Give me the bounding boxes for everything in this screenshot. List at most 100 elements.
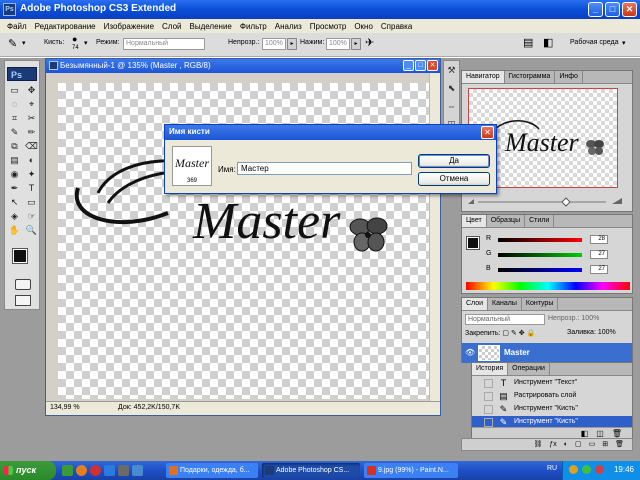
opacity-input[interactable]: 100%: [262, 38, 286, 50]
brushes-icon[interactable]: ⬉: [444, 79, 459, 97]
shape-tool-icon[interactable]: ▭: [24, 196, 39, 209]
tab-styles[interactable]: Стили: [525, 215, 555, 227]
doc-minimize-button[interactable]: _: [403, 60, 414, 71]
vertical-scrollbar[interactable]: [429, 73, 440, 401]
green-value[interactable]: 27: [590, 250, 608, 259]
healing-brush-tool-icon[interactable]: ✎: [7, 126, 22, 139]
firefox-quicklaunch-icon[interactable]: [76, 465, 87, 476]
menu-edit[interactable]: Редактирование: [31, 22, 100, 31]
menu-help[interactable]: Справка: [377, 22, 416, 31]
tab-info[interactable]: Инфо: [555, 71, 583, 83]
doc-maximize-button[interactable]: □: [415, 60, 426, 71]
flow-input[interactable]: 100%: [326, 38, 350, 50]
red-value[interactable]: 28: [590, 235, 608, 244]
clone-source-icon[interactable]: ⇔: [444, 97, 459, 115]
history-item[interactable]: ✎ Инструмент "Кисть": [472, 403, 632, 416]
group-icon[interactable]: ▭: [589, 439, 596, 450]
pen-tool-icon[interactable]: ✒: [7, 182, 22, 195]
history-source-checkbox[interactable]: [484, 418, 493, 427]
close-button[interactable]: ✕: [622, 2, 637, 17]
menu-layer[interactable]: Слой: [158, 22, 185, 31]
minimize-button[interactable]: _: [588, 2, 603, 17]
adjustment-layer-icon[interactable]: ▢: [575, 439, 582, 450]
marquee-tool-icon[interactable]: ▭: [7, 84, 22, 97]
menu-file[interactable]: Файл: [3, 22, 31, 31]
tray-icon-3[interactable]: [595, 465, 604, 474]
color-spectrum-ramp[interactable]: [466, 282, 630, 290]
layer-opacity-value[interactable]: 100%: [581, 315, 599, 322]
menu-view[interactable]: Просмотр: [306, 22, 351, 31]
history-item[interactable]: T Инструмент "Текст": [472, 377, 632, 390]
zoom-tool-icon[interactable]: 🔍: [24, 224, 39, 237]
blue-slider[interactable]: [498, 268, 582, 272]
tab-histogram[interactable]: Гистограмма: [505, 71, 556, 83]
airbrush-icon[interactable]: ✈: [365, 36, 374, 49]
history-source-checkbox[interactable]: [484, 379, 493, 388]
tool-preset-arrow-icon[interactable]: ▾: [22, 39, 26, 47]
quick-mask-button[interactable]: [15, 279, 31, 290]
palette-well-icon[interactable]: ▤: [523, 36, 533, 49]
tab-paths[interactable]: Контуры: [522, 298, 559, 310]
crop-tool-icon[interactable]: ⌗: [7, 112, 22, 125]
foreground-color-swatch[interactable]: [12, 248, 28, 264]
path-selection-tool-icon[interactable]: ↖: [7, 196, 22, 209]
task-paintnet[interactable]: 9.jpg (99%) - Paint.N...: [364, 463, 458, 478]
eraser-tool-icon[interactable]: ▤: [7, 154, 22, 167]
maximize-button[interactable]: □: [605, 2, 620, 17]
navigator-zoom-slider[interactable]: [466, 197, 628, 207]
type-tool-icon[interactable]: T: [24, 182, 39, 195]
workspace-arrow-icon[interactable]: ▾: [622, 39, 626, 47]
layer-mask-icon[interactable]: ◐: [564, 439, 568, 450]
start-button[interactable]: пуск: [0, 461, 56, 480]
clone-stamp-tool-icon[interactable]: ⧉: [7, 140, 22, 153]
move-tool-icon[interactable]: ✥: [24, 84, 39, 97]
history-item[interactable]: ▤ Растрировать слой: [472, 390, 632, 403]
menu-filter[interactable]: Фильтр: [236, 22, 271, 31]
new-layer-icon[interactable]: ⊞: [602, 439, 608, 450]
doc-close-button[interactable]: ✕: [427, 60, 438, 71]
gradient-tool-icon[interactable]: ◐: [24, 154, 39, 167]
brush-tip-icon[interactable]: ●: [72, 34, 77, 44]
hand-tool-icon[interactable]: ✋: [7, 224, 22, 237]
fill-value[interactable]: 100%: [598, 329, 616, 336]
layer-style-icon[interactable]: ƒx: [549, 439, 556, 450]
blur-tool-icon[interactable]: ◉: [7, 168, 22, 181]
history-source-checkbox[interactable]: [484, 392, 493, 401]
color-foreground-swatch[interactable]: [466, 236, 480, 250]
lasso-tool-icon[interactable]: ◌: [7, 98, 22, 111]
language-indicator[interactable]: RU: [547, 465, 557, 472]
zoom-level[interactable]: 134,99 %: [50, 404, 80, 411]
mode-select[interactable]: Нормальный: [123, 38, 205, 50]
magic-wand-tool-icon[interactable]: ⌖: [24, 98, 39, 111]
tools-preset-icon[interactable]: ⚒: [444, 61, 459, 79]
green-slider[interactable]: [498, 253, 582, 257]
history-brush-tool-icon[interactable]: ⌫: [24, 140, 39, 153]
blend-mode-select[interactable]: Нормальный: [465, 314, 545, 325]
tab-history[interactable]: История: [472, 363, 509, 375]
menu-image[interactable]: Изображение: [100, 22, 158, 31]
tray-icon-1[interactable]: [569, 465, 578, 474]
menu-window[interactable]: Окно: [350, 22, 377, 31]
dodge-tool-icon[interactable]: ✦: [24, 168, 39, 181]
history-source-checkbox[interactable]: [484, 405, 493, 414]
opacity-slider-button[interactable]: ▸: [287, 38, 297, 50]
screen-mode-button[interactable]: [15, 295, 31, 306]
link-layers-icon[interactable]: ⛓: [533, 439, 542, 450]
cancel-button[interactable]: Отмена: [418, 172, 490, 186]
brush-picker-arrow-icon[interactable]: ▾: [84, 39, 88, 47]
tab-layers[interactable]: Слои: [462, 298, 489, 310]
ie-quicklaunch-icon[interactable]: [104, 465, 115, 476]
dialog-close-button[interactable]: ✕: [481, 126, 494, 139]
brush-name-input[interactable]: Мастер: [237, 162, 412, 175]
tab-channels[interactable]: Каналы: [488, 298, 522, 310]
delete-layer-icon[interactable]: 🗑: [615, 439, 624, 450]
tray-icon-2[interactable]: [582, 465, 591, 474]
notes-tool-icon[interactable]: ◈: [7, 210, 22, 223]
eye-icon[interactable]: 👁: [465, 348, 475, 357]
opera-quicklaunch-icon[interactable]: [90, 465, 101, 476]
task-browser[interactable]: Подарки, одежда, б...: [166, 463, 258, 478]
tab-actions[interactable]: Операции: [508, 363, 550, 375]
flow-slider-button[interactable]: ▸: [351, 38, 361, 50]
slice-tool-icon[interactable]: ✂: [24, 112, 39, 125]
desktop-quicklaunch-icon[interactable]: [62, 465, 73, 476]
